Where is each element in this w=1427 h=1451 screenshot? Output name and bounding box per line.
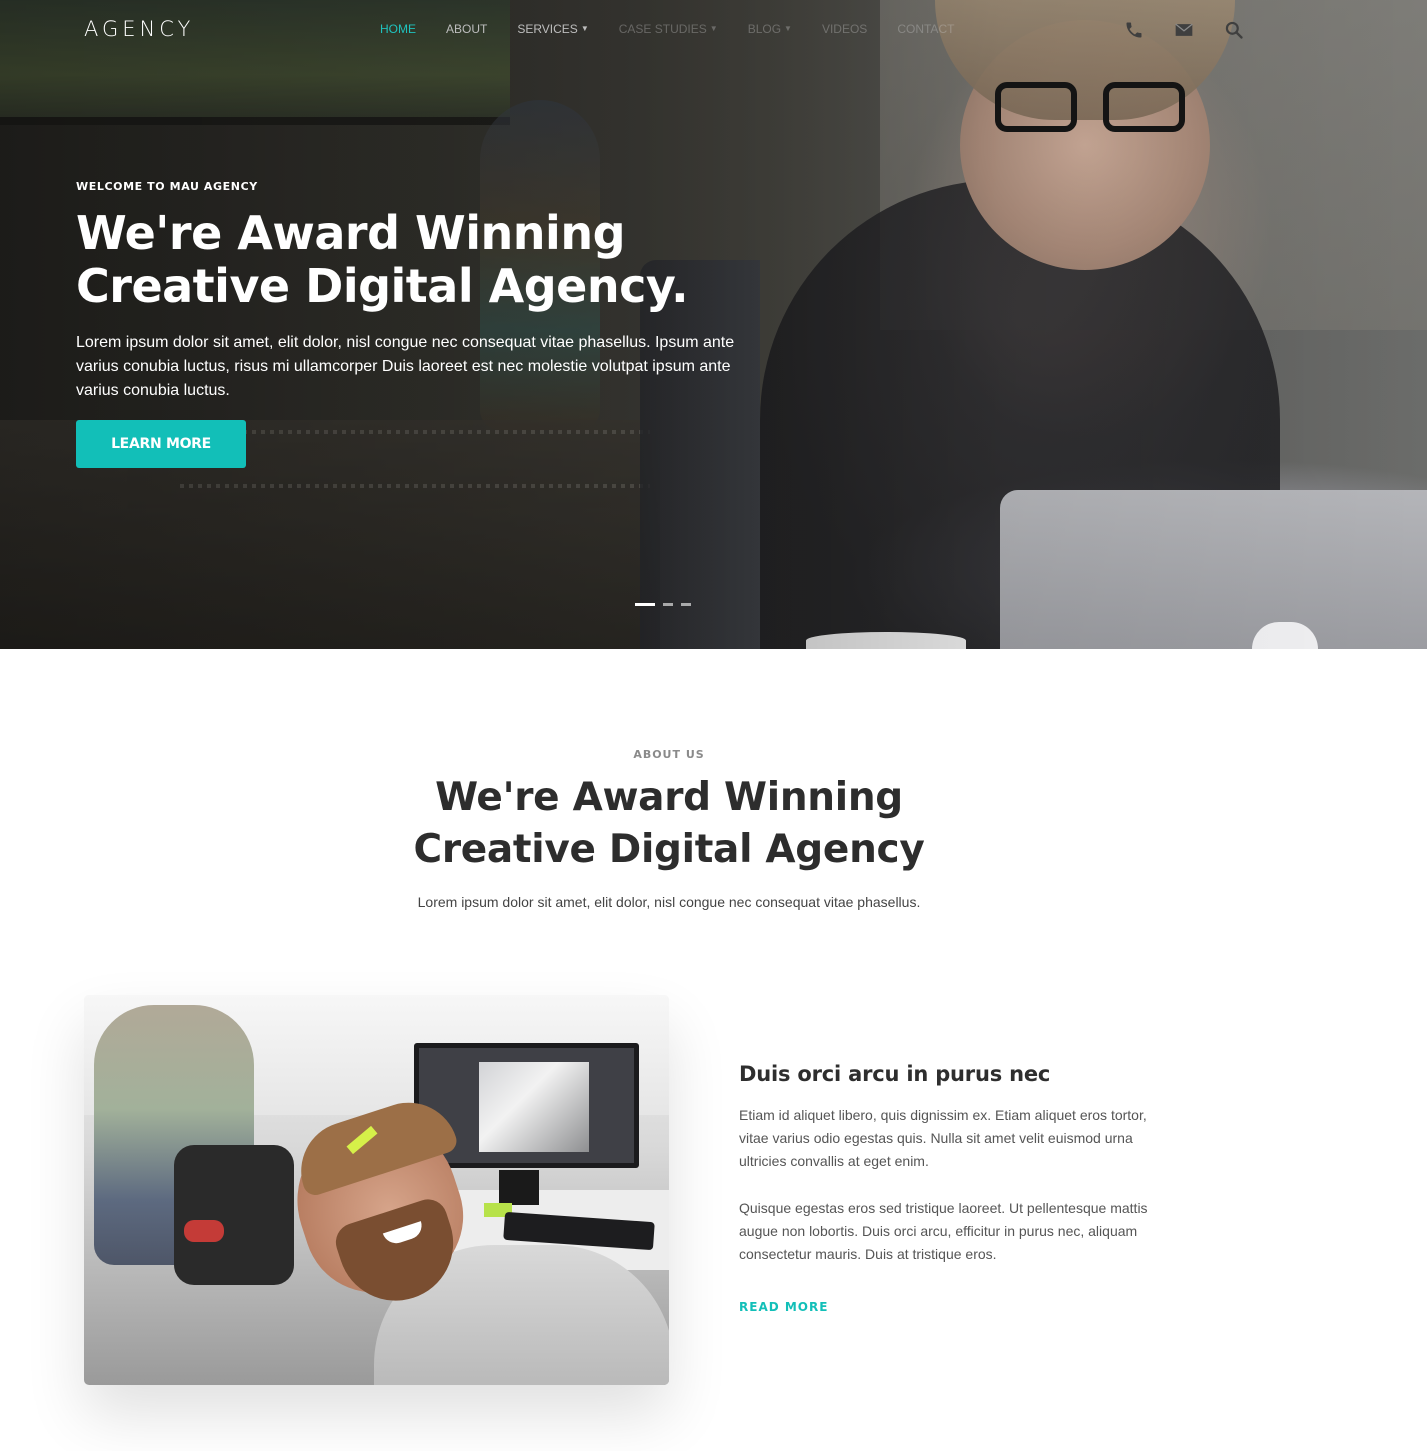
feature-text: Duis orci arcu in purus nec Etiam id ali…: [739, 1062, 1179, 1316]
search-icon[interactable]: [1224, 20, 1244, 40]
about-title: We're Award Winning Creative Digital Age…: [0, 772, 1338, 876]
main-navbar: AGENCY Home About Services ▼ Case Studies…: [0, 0, 1427, 60]
hero-kicker: WELCOME TO MAU AGENCY: [76, 180, 258, 193]
hero-content: WELCOME TO MAU AGENCY We're Award Winnin…: [76, 180, 776, 403]
hero-title: We're Award Winning Creative Digital Age…: [76, 207, 756, 313]
caret-down-icon: ▼: [709, 24, 718, 33]
photo-red-shoe: [184, 1220, 224, 1242]
brand-logo[interactable]: AGENCY: [84, 17, 194, 41]
carousel-dot-1[interactable]: [635, 603, 655, 606]
nav-item-blog[interactable]: Blog ▼: [748, 22, 792, 36]
learn-more-button[interactable]: LEARN MORE: [76, 420, 246, 468]
nav-item-label: Blog: [747, 22, 782, 36]
carousel-indicators: [635, 603, 691, 606]
nav-item-label: Case Studies: [618, 22, 707, 36]
nav-item-label: About: [446, 22, 488, 36]
caret-down-icon: ▼: [580, 24, 589, 33]
office-photo: [84, 995, 669, 1385]
feature-paragraph: Etiam id aliquet libero, quis dignissim …: [739, 1107, 1147, 1169]
nav-item-videos[interactable]: Videos: [822, 22, 867, 36]
nav-item-home[interactable]: Home: [380, 22, 416, 36]
read-more-link[interactable]: READ MORE: [739, 1300, 828, 1314]
nav-item-contact[interactable]: Contact: [897, 22, 954, 36]
phone-icon[interactable]: [1124, 20, 1144, 40]
about-title-line: Creative Digital Agency: [413, 827, 925, 872]
feature-title: Duis orci arcu in purus nec: [739, 1062, 1051, 1086]
nav-item-services[interactable]: Services ▼: [517, 22, 588, 36]
nav-item-about[interactable]: About: [446, 22, 487, 36]
about-kicker: ABOUT US: [633, 748, 705, 761]
nav-item-label: Contact: [897, 22, 955, 36]
nav-item-label: Services: [517, 22, 578, 36]
about-title-line: We're Award Winning: [435, 775, 903, 820]
nav-icon-group: [1124, 20, 1244, 40]
nav-item-case-studies[interactable]: Case Studies ▼: [619, 22, 718, 36]
feature-paragraph: Quisque egestas eros sed tristique laore…: [739, 1200, 1148, 1262]
hero-slider: AGENCY Home About Services ▼ Case Studies…: [0, 0, 1427, 649]
photo-office-chair: [174, 1145, 294, 1285]
nav-menu: Home About Services ▼ Case Studies ▼ Blog ▼…: [380, 22, 984, 36]
caret-down-icon: ▼: [784, 24, 792, 33]
envelope-icon[interactable]: [1174, 20, 1194, 40]
about-subtitle: Lorem ipsum dolor sit amet, elit dolor, …: [417, 894, 921, 910]
nav-item-label: Home: [380, 22, 416, 36]
carousel-dot-3[interactable]: [681, 603, 691, 606]
hero-title-line: Creative Digital Agency.: [76, 259, 689, 313]
hero-description: Lorem ipsum dolor sit amet, elit dolor, …: [76, 334, 735, 399]
photo-monitor-stand: [499, 1170, 539, 1205]
hero-title-line: We're Award Winning: [76, 206, 626, 260]
carousel-dot-2[interactable]: [663, 603, 673, 606]
nav-item-label: Videos: [821, 22, 868, 36]
